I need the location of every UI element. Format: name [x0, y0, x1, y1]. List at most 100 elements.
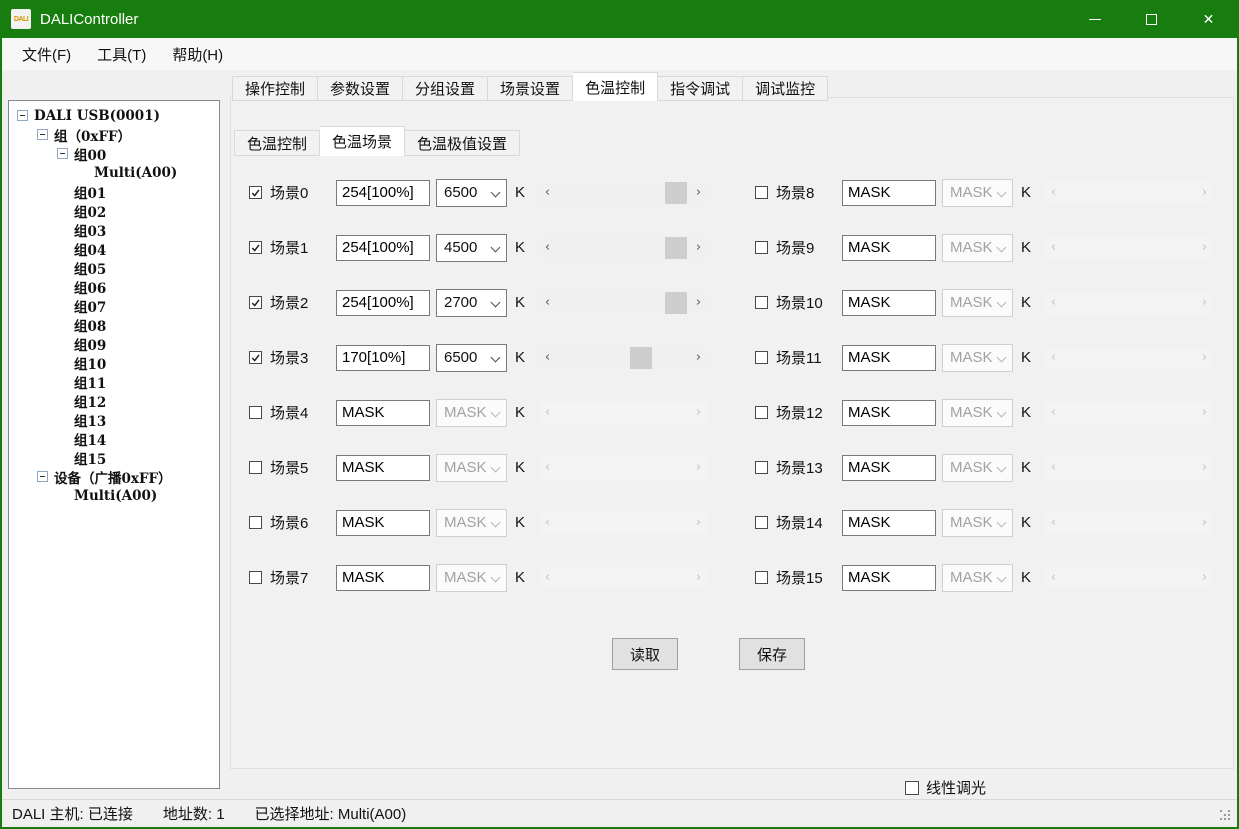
tree-item[interactable]: 组（0xFF）: [9, 125, 219, 144]
sub-tab[interactable]: 色温场景: [320, 126, 405, 156]
scene-checkbox[interactable]: [755, 461, 768, 474]
maximize-button[interactable]: [1123, 0, 1180, 38]
scene-checkbox[interactable]: [755, 296, 768, 309]
scene-temp-dropdown[interactable]: 2700: [436, 289, 507, 317]
tree-expander-icon[interactable]: [57, 148, 68, 159]
main-tab[interactable]: 操作控制: [232, 76, 318, 101]
tree-item[interactable]: 组14: [9, 429, 219, 448]
main-tab[interactable]: 指令调试: [658, 76, 743, 101]
scene-value-input[interactable]: [336, 180, 430, 206]
resize-grip[interactable]: [1220, 810, 1232, 822]
scroll-thumb[interactable]: [665, 237, 687, 259]
tree-item[interactable]: 组11: [9, 372, 219, 391]
scene-checkbox[interactable]: [755, 241, 768, 254]
scroll-right-arrow-icon[interactable]: ›: [690, 292, 707, 314]
sub-tab[interactable]: 色温极值设置: [405, 130, 520, 156]
scene-checkbox[interactable]: [755, 186, 768, 199]
tree-expander-icon[interactable]: [37, 471, 48, 482]
scene-checkbox[interactable]: [249, 296, 262, 309]
scene-slider[interactable]: ‹›: [539, 292, 707, 314]
tree-item[interactable]: 组10: [9, 353, 219, 372]
scene-checkbox[interactable]: [249, 461, 262, 474]
scene-value-input[interactable]: [842, 455, 936, 481]
tree-item[interactable]: 组06: [9, 277, 219, 296]
scene-checkbox[interactable]: [755, 571, 768, 584]
scroll-right-arrow-icon[interactable]: ›: [690, 347, 707, 369]
main-tab[interactable]: 调试监控: [743, 76, 828, 101]
scene-value-input[interactable]: [842, 345, 936, 371]
tree-item[interactable]: 组02: [9, 201, 219, 220]
scroll-thumb[interactable]: [630, 347, 652, 369]
scene-value-input[interactable]: [842, 565, 936, 591]
scene-value-input[interactable]: [336, 290, 430, 316]
main-tab[interactable]: 参数设置: [318, 76, 403, 101]
tree-item[interactable]: 组05: [9, 258, 219, 277]
tree-item[interactable]: 组04: [9, 239, 219, 258]
scroll-right-arrow-icon[interactable]: ›: [690, 237, 707, 259]
sub-tab[interactable]: 色温控制: [234, 130, 320, 156]
scene-checkbox[interactable]: [249, 571, 262, 584]
tree-item[interactable]: 组15: [9, 448, 219, 467]
scene-value-input[interactable]: [842, 400, 936, 426]
tree-item[interactable]: 组08: [9, 315, 219, 334]
scroll-left-arrow-icon[interactable]: ‹: [539, 347, 556, 369]
scene-temp-dropdown[interactable]: 4500: [436, 234, 507, 262]
scene-checkbox[interactable]: [755, 351, 768, 364]
minimize-button[interactable]: [1066, 0, 1123, 38]
scene-checkbox[interactable]: [249, 241, 262, 254]
device-tree[interactable]: DALI USB(0001)组（0xFF）组00Multi(A00)组01组02…: [8, 100, 220, 789]
scene-checkbox[interactable]: [755, 406, 768, 419]
scene-checkbox[interactable]: [755, 516, 768, 529]
scene-slider[interactable]: ‹›: [539, 347, 707, 369]
tree-item[interactable]: 组09: [9, 334, 219, 353]
scene-checkbox[interactable]: [249, 351, 262, 364]
scroll-track[interactable]: [556, 347, 690, 369]
scroll-left-arrow-icon[interactable]: ‹: [539, 182, 556, 204]
scene-temp-dropdown[interactable]: 6500: [436, 179, 507, 207]
tree-item[interactable]: 组01: [9, 182, 219, 201]
tree-expander-icon[interactable]: [17, 110, 28, 121]
linear-dimming-checkbox[interactable]: [905, 781, 919, 795]
scene-slider[interactable]: ‹›: [539, 182, 707, 204]
tree-item[interactable]: 组07: [9, 296, 219, 315]
menu-item[interactable]: 文件(F): [9, 39, 84, 70]
menu-item[interactable]: 工具(T): [84, 39, 159, 70]
scene-slider[interactable]: ‹›: [539, 237, 707, 259]
save-button[interactable]: 保存: [739, 638, 805, 670]
menu-item[interactable]: 帮助(H): [159, 39, 236, 70]
scene-value-input[interactable]: [336, 345, 430, 371]
tree-item[interactable]: 组12: [9, 391, 219, 410]
tree-item[interactable]: 设备（广播0xFF）: [9, 467, 219, 486]
scroll-right-arrow-icon[interactable]: ›: [690, 182, 707, 204]
scroll-track[interactable]: [556, 292, 690, 314]
scroll-thumb[interactable]: [665, 292, 687, 314]
scroll-left-arrow-icon[interactable]: ‹: [539, 237, 556, 259]
scene-temp-dropdown[interactable]: 6500: [436, 344, 507, 372]
tree-item[interactable]: 组03: [9, 220, 219, 239]
scene-value-input[interactable]: [336, 565, 430, 591]
scene-value-input[interactable]: [842, 510, 936, 536]
main-tab[interactable]: 分组设置: [403, 76, 488, 101]
scroll-left-arrow-icon[interactable]: ‹: [539, 292, 556, 314]
tree-item[interactable]: 组13: [9, 410, 219, 429]
scene-value-input[interactable]: [336, 235, 430, 261]
scene-value-input[interactable]: [842, 180, 936, 206]
scroll-thumb[interactable]: [665, 182, 687, 204]
tree-item[interactable]: 组00: [9, 144, 219, 163]
scroll-track[interactable]: [556, 237, 690, 259]
scene-checkbox[interactable]: [249, 516, 262, 529]
tree-expander-icon[interactable]: [37, 129, 48, 140]
scroll-track[interactable]: [556, 182, 690, 204]
scene-checkbox[interactable]: [249, 406, 262, 419]
scene-value-input[interactable]: [336, 455, 430, 481]
close-button[interactable]: ✕: [1180, 0, 1237, 38]
scene-checkbox[interactable]: [249, 186, 262, 199]
scene-value-input[interactable]: [842, 235, 936, 261]
main-tab[interactable]: 色温控制: [573, 72, 658, 101]
scene-value-input[interactable]: [842, 290, 936, 316]
scene-value-input[interactable]: [336, 400, 430, 426]
main-tab[interactable]: 场景设置: [488, 76, 573, 101]
tree-item[interactable]: Multi(A00): [9, 163, 219, 182]
tree-item[interactable]: DALI USB(0001): [9, 106, 219, 125]
scene-value-input[interactable]: [336, 510, 430, 536]
